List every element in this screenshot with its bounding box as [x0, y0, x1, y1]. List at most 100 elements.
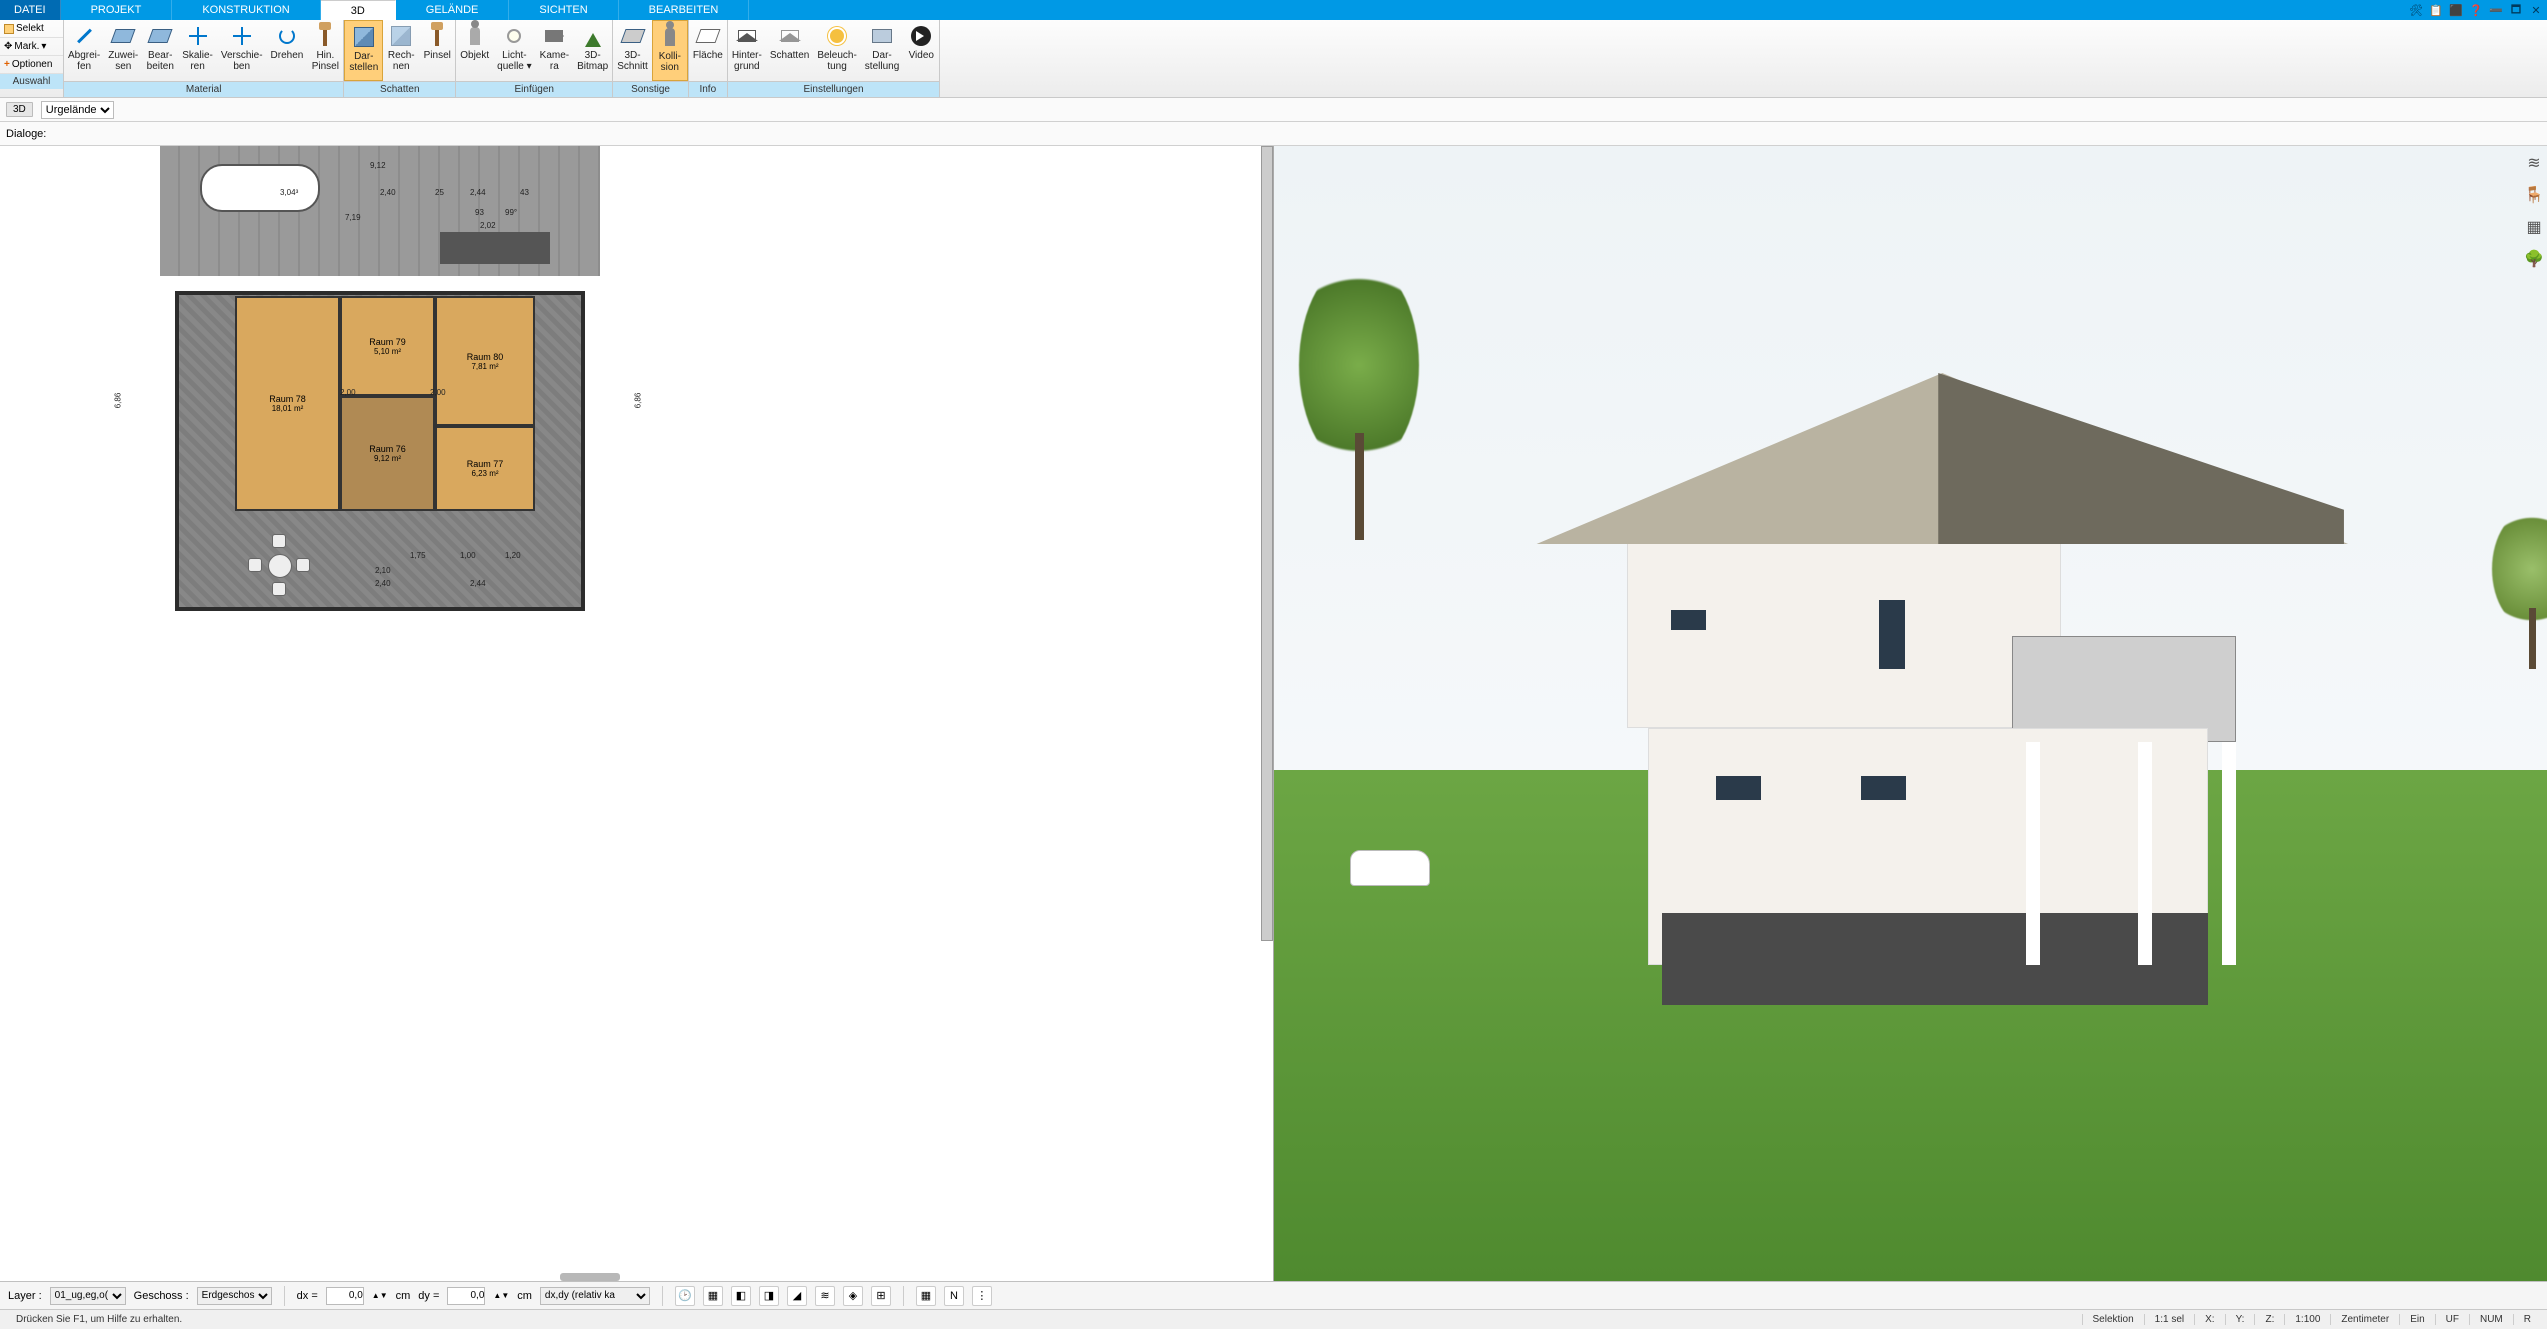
chair-icon[interactable]: 🪑	[2523, 184, 2545, 206]
3dschnitt-button[interactable]: 3D- Schnitt	[613, 20, 652, 81]
palette-icon[interactable]: ▦	[2523, 216, 2545, 238]
verschieben-button[interactable]: Verschie- ben	[217, 20, 267, 81]
maximize-icon[interactable]: 🗖	[2509, 3, 2523, 17]
n-icon[interactable]: N	[944, 1286, 964, 1306]
icon-3[interactable]: ◧	[731, 1286, 751, 1306]
status-y: Y:	[2225, 1314, 2255, 1325]
dy-label: dy =	[418, 1290, 439, 1302]
dim: 2,44	[470, 579, 486, 588]
dim: 43	[520, 188, 529, 197]
icon-7[interactable]: ◈	[843, 1286, 863, 1306]
room-76[interactable]: Raum 769,12 m²	[340, 396, 435, 511]
status-selektion: Selektion	[2082, 1314, 2144, 1325]
skalieren-button[interactable]: Skalie- ren	[178, 20, 217, 81]
zuweisen-button[interactable]: Zuwei- sen	[104, 20, 142, 81]
abgreifen-button[interactable]: Abgrei- fen	[64, 20, 104, 81]
dim: 1,75	[410, 551, 426, 560]
pillar	[2138, 742, 2152, 966]
3d-view[interactable]: ≋ 🪑 ▦ 🌳	[1274, 146, 2547, 1281]
icon-6[interactable]: ≋	[815, 1286, 835, 1306]
rechnen-button[interactable]: Rech- nen	[383, 20, 419, 81]
selekt-button[interactable]: Selekt	[0, 20, 63, 38]
history-icon[interactable]: 🕑	[675, 1286, 695, 1306]
tree-icon[interactable]: 🌳	[2523, 248, 2545, 270]
icon-8[interactable]: ⊞	[871, 1286, 891, 1306]
schatten2-button[interactable]: Schatten	[766, 20, 813, 81]
objekt-button[interactable]: Objekt	[456, 20, 493, 81]
mark-button[interactable]: ✥ Mark. ▾	[0, 38, 63, 56]
minimize-icon[interactable]: ➖	[2489, 3, 2503, 17]
roof-side	[1938, 373, 2344, 544]
help-icon[interactable]: ❓	[2469, 3, 2483, 17]
menu-bearbeiten[interactable]: BEARBEITEN	[619, 0, 750, 20]
kollision-button[interactable]: Kolli- sion	[652, 20, 688, 81]
group-info: Info	[689, 81, 727, 97]
dialoge-bar: Dialoge:	[0, 122, 2547, 146]
kamera-button[interactable]: Kame- ra	[536, 20, 573, 81]
scrollbar-vertical[interactable]	[1261, 146, 1273, 941]
dim: 93	[475, 208, 484, 217]
scrollbar-horizontal[interactable]	[560, 1273, 620, 1281]
3dbitmap-button[interactable]: 3D- Bitmap	[573, 20, 612, 81]
menu-konstruktion[interactable]: KONSTRUKTION	[172, 0, 320, 20]
menu-dots-icon[interactable]: ⋮	[972, 1286, 992, 1306]
tree-left	[1299, 260, 1419, 540]
context-bar: 3D Urgelände	[0, 98, 2547, 122]
group-sonstige: Sonstige	[613, 81, 688, 97]
terrain-dropdown[interactable]: Urgelände	[41, 101, 114, 119]
rooms-container: Raum 7818,01 m² Raum 795,10 m² Raum 769,…	[235, 296, 535, 511]
group-einstellungen: Einstellungen	[728, 81, 939, 97]
dy-input[interactable]	[447, 1287, 485, 1305]
floorplan-view[interactable]: Raum 7818,01 m² Raum 795,10 m² Raum 769,…	[0, 146, 1274, 1281]
darstellung-button[interactable]: Dar- stellung	[861, 20, 903, 81]
square-icon[interactable]: ⬛	[2449, 3, 2463, 17]
menu-gelaende[interactable]: GELÄNDE	[396, 0, 510, 20]
icon-5[interactable]: ◢	[787, 1286, 807, 1306]
room-77[interactable]: Raum 776,23 m²	[435, 426, 535, 511]
room-79[interactable]: Raum 795,10 m²	[340, 296, 435, 396]
hintergrund-button[interactable]: Hinter- grund	[728, 20, 766, 81]
grid-icon[interactable]: ▦	[916, 1286, 936, 1306]
car-2d	[200, 164, 320, 212]
layers-icon[interactable]: ≋	[2523, 152, 2545, 174]
lichtquelle-button[interactable]: Licht- quelle ▾	[493, 20, 536, 81]
room-80[interactable]: Raum 807,81 m²	[435, 296, 535, 426]
group-schatten: Schatten	[344, 81, 455, 97]
group-auswahl: Auswahl	[0, 74, 63, 89]
dim: 2,00	[430, 388, 446, 397]
geschoss-label: Geschoss :	[134, 1290, 189, 1302]
dim: 1,20	[505, 551, 521, 560]
video-button[interactable]: Video	[903, 20, 939, 81]
darstellen-button[interactable]: Dar- stellen	[344, 20, 383, 81]
drehen-button[interactable]: Drehen	[267, 20, 308, 81]
pinsel-button[interactable]: Pinsel	[419, 20, 455, 81]
beleuchtung-button[interactable]: Beleuch- tung	[813, 20, 860, 81]
close-icon[interactable]: ✕	[2529, 3, 2543, 17]
dim: 6,86	[633, 393, 642, 409]
menu-sichten[interactable]: SICHTEN	[509, 0, 618, 20]
pillar	[2222, 742, 2236, 966]
dim: 9,12	[370, 161, 386, 170]
furniture-set	[250, 536, 310, 596]
icon-2[interactable]: ▦	[703, 1286, 723, 1306]
optionen-button[interactable]: +Optionen	[0, 56, 63, 74]
clipboard-icon[interactable]: 📋	[2429, 3, 2443, 17]
dx-input[interactable]	[326, 1287, 364, 1305]
tools-icon[interactable]: 🛠	[2409, 3, 2423, 17]
bottom-toolbar: Layer : 01_ug,eg,o( Geschoss : Erdgescho…	[0, 1281, 2547, 1309]
coord-mode-select[interactable]: dx,dy (relativ ka	[540, 1287, 650, 1305]
icon-4[interactable]: ◨	[759, 1286, 779, 1306]
selection-panel: Selekt ✥ Mark. ▾ +Optionen Auswahl	[0, 20, 64, 97]
menu-projekt[interactable]: PROJEKT	[61, 0, 173, 20]
flaeche-button[interactable]: Fläche	[689, 20, 727, 81]
menu-datei[interactable]: DATEI	[0, 0, 61, 20]
layer-select[interactable]: 01_ug,eg,o(	[50, 1287, 126, 1305]
bearbeiten-button[interactable]: Bear- beiten	[142, 20, 178, 81]
status-unit: Zentimeter	[2330, 1314, 2399, 1325]
tree-right	[2492, 509, 2547, 669]
dim: 2,44	[470, 188, 486, 197]
hinpinsel-button[interactable]: Hin. Pinsel	[307, 20, 343, 81]
room-78[interactable]: Raum 7818,01 m²	[235, 296, 340, 511]
geschoss-select[interactable]: Erdgeschos	[197, 1287, 272, 1305]
menu-3d[interactable]: 3D	[321, 0, 396, 20]
